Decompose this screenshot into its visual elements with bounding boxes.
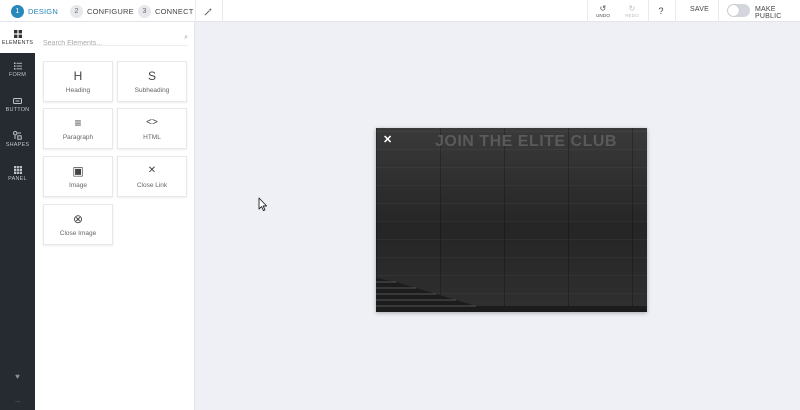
tile-label: Close Image xyxy=(59,230,97,237)
element-tile-paragraph[interactable]: ≡ Paragraph xyxy=(43,108,113,149)
mouse-cursor-icon xyxy=(258,197,268,212)
paragraph-icon: ≡ xyxy=(74,116,82,130)
divider xyxy=(222,0,223,22)
search-input[interactable] xyxy=(43,40,173,47)
rail-label: FORM xyxy=(9,72,26,78)
shapes-icon xyxy=(13,131,22,140)
code-icon: <> xyxy=(146,117,158,128)
help-icon: ? xyxy=(658,5,664,16)
search-icon: ⌕ xyxy=(184,34,188,41)
rail-item-button[interactable]: BUTTON xyxy=(0,97,35,113)
undo-button[interactable]: ↺ UNDO xyxy=(592,0,614,22)
step-configure[interactable]: 2 CONFIGURE xyxy=(70,3,134,19)
step-design[interactable]: 1 DESIGN xyxy=(11,3,58,19)
heading-icon: H xyxy=(73,69,83,83)
divider xyxy=(587,0,588,22)
tile-label: Image xyxy=(68,182,88,189)
undo-label: UNDO xyxy=(595,13,611,18)
element-tile-subheading[interactable]: S Subheading xyxy=(117,61,187,102)
step-label: CONNECT xyxy=(155,6,194,16)
tile-label: Heading xyxy=(65,87,91,94)
element-tile-heading[interactable]: H Heading xyxy=(43,61,113,102)
form-icon xyxy=(13,62,22,70)
undo-icon: ↺ xyxy=(599,4,607,13)
step-number: 3 xyxy=(138,4,151,18)
subheading-icon: S xyxy=(147,69,156,83)
grid-icon xyxy=(13,29,22,38)
element-tile-image[interactable]: ▣ Image xyxy=(43,156,113,197)
toggle-knob xyxy=(728,5,739,16)
popup-preview[interactable]: ✕ JOIN THE ELITE CLUB xyxy=(376,128,647,312)
element-tile-close-image[interactable]: ⊗ Close Image xyxy=(43,204,113,245)
rail-label: BUTTON xyxy=(5,107,30,113)
step-label: CONFIGURE xyxy=(87,6,134,16)
step-label: DESIGN xyxy=(28,6,58,16)
divider xyxy=(648,0,649,22)
redo-icon: ↻ xyxy=(628,4,636,13)
tile-label: Paragraph xyxy=(62,134,94,141)
rail-label: SHAPES xyxy=(5,142,30,148)
top-toolbar: 1 DESIGN 2 CONFIGURE 3 CONNECT ↺ UNDO ↻ … xyxy=(0,0,800,22)
step-number: 1 xyxy=(11,4,24,18)
close-icon: ✕ xyxy=(147,165,157,176)
rail-item-panel[interactable]: PANEL xyxy=(0,166,35,182)
rail-label: ELEMENTS xyxy=(1,39,34,46)
elements-panel: ⌕ H Heading S Subheading ≡ Paragraph <> … xyxy=(35,22,195,410)
rail-label: PANEL xyxy=(8,176,27,182)
step-number: 2 xyxy=(70,4,83,18)
redo-label: REDO xyxy=(625,13,639,18)
rail-item-shapes[interactable]: SHAPES xyxy=(0,131,35,148)
divider xyxy=(718,0,719,22)
divider xyxy=(195,0,196,22)
save-button[interactable]: SAVE xyxy=(690,6,709,13)
make-public-toggle[interactable] xyxy=(727,4,750,17)
help-button[interactable]: ? xyxy=(652,0,670,22)
tile-label: HTML xyxy=(143,134,161,141)
element-tile-html[interactable]: <> HTML xyxy=(117,108,187,149)
make-public-label: MAKE PUBLIC xyxy=(755,6,782,20)
arrow-right-icon: → xyxy=(13,396,22,405)
step-connect[interactable]: 3 CONNECT xyxy=(138,3,193,19)
popup-headline[interactable]: JOIN THE ELITE CLUB xyxy=(416,133,636,151)
button-icon xyxy=(13,98,22,104)
magic-wand-icon xyxy=(204,7,212,15)
close-circle-icon: ⊗ xyxy=(72,212,84,226)
element-tile-close-link[interactable]: ✕ Close Link xyxy=(117,156,187,197)
popup-close-icon[interactable]: ✕ xyxy=(383,134,392,146)
heart-icon: ♥ xyxy=(15,372,20,381)
magic-wand-button[interactable] xyxy=(200,0,216,22)
stairs-image xyxy=(376,278,647,312)
rail-item-form[interactable]: FORM xyxy=(0,62,35,78)
tile-label: Close Link xyxy=(136,182,168,189)
divider xyxy=(675,0,676,22)
tile-label: Subheading xyxy=(134,87,170,94)
redo-button[interactable]: ↻ REDO xyxy=(621,0,643,22)
image-icon: ▣ xyxy=(72,164,84,178)
favorites-button[interactable]: ♥ xyxy=(0,372,35,381)
rail-item-elements[interactable]: ELEMENTS xyxy=(0,22,35,53)
expand-button[interactable]: → xyxy=(0,396,35,405)
search-box[interactable]: ⌕ xyxy=(43,32,188,47)
panel-icon xyxy=(13,166,22,174)
sidebar-rail: ELEMENTS FORM BUTTON SHAPES PANEL ♥ → xyxy=(0,22,35,410)
